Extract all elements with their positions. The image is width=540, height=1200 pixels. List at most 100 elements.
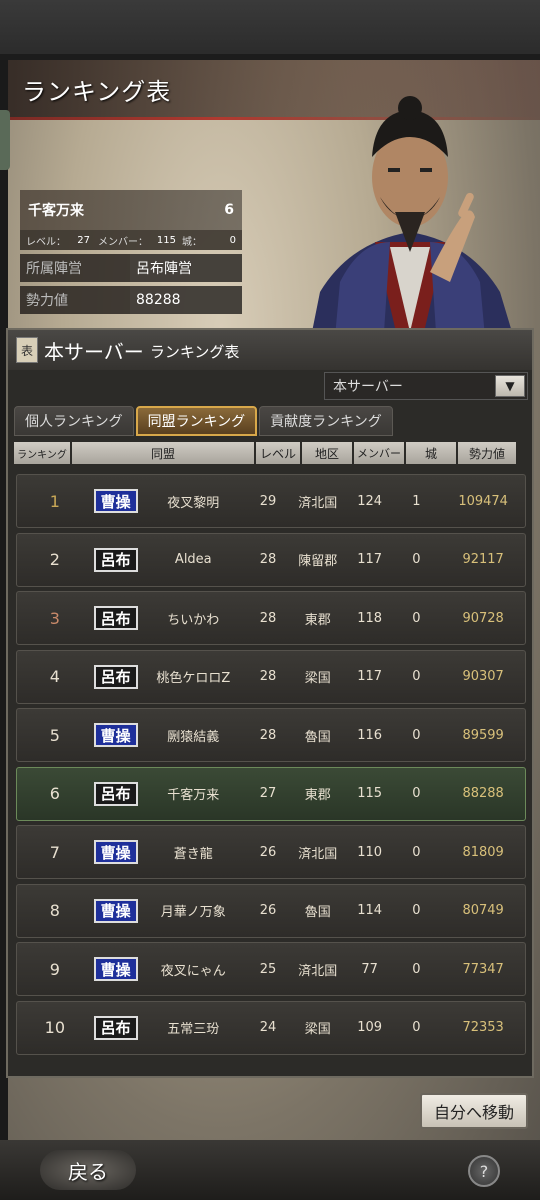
move-to-self-button[interactable]: 自分へ移動 — [420, 1093, 528, 1129]
panel-title-main: 本サーバー — [44, 339, 144, 364]
col-level: レベル — [256, 442, 300, 464]
faction-emblem: 曹操 — [93, 489, 138, 513]
faction-emblem: 呂布 — [93, 781, 138, 806]
faction-emblem: 曹操 — [93, 957, 138, 981]
seal-icon: 表 — [16, 337, 38, 363]
members-cell: 115 — [357, 786, 383, 801]
alliance-name: 夜叉にゃん — [160, 963, 226, 979]
region-cell: 魯国 — [304, 905, 331, 920]
col-castles: 城 — [406, 442, 456, 464]
castles-cell: 0 — [412, 727, 421, 743]
faction-emblem: 呂布 — [93, 1015, 138, 1040]
player-rank: 6 — [224, 202, 234, 218]
rank-cell: 2 — [49, 550, 60, 569]
rank-cell: 6 — [49, 784, 60, 803]
table-row[interactable]: 3 呂布 ちいかわ 28 東郡 118 0 90728 — [16, 591, 526, 645]
castles-cell: 0 — [412, 669, 421, 684]
members-cell: 117 — [357, 669, 383, 684]
dropdown-arrow-icon[interactable]: ▼ — [495, 375, 525, 397]
level-cell: 29 — [259, 493, 277, 509]
panel-header: 表 本サーバー ランキング表 — [8, 330, 532, 370]
level-cell: 28 — [259, 669, 277, 684]
power-cell: 81809 — [462, 844, 504, 860]
power-cell: 88288 — [462, 786, 504, 801]
castles-cell: 0 — [412, 844, 421, 860]
tab-alliance-ranking[interactable]: 同盟ランキング — [135, 406, 258, 436]
alliance-name: 桃色ケロロZ — [156, 671, 231, 686]
table-row[interactable]: 9 曹操 夜叉にゃん 25 済北国 77 0 77347 — [16, 942, 526, 996]
player-name: 千客万来 — [28, 203, 84, 219]
power-cell: 80749 — [462, 903, 504, 918]
power-value: 88288 — [130, 286, 242, 314]
members-label: メンバー： — [98, 236, 148, 248]
ranking-panel: 表 本サーバー ランキング表 本サーバー ▼ 個人ランキング 同盟ランキング 貢… — [6, 328, 534, 1078]
alliance-name: 月華ノ万象 — [160, 905, 226, 920]
alliance-name: 千客万来 — [167, 788, 220, 803]
power-cell: 90307 — [462, 669, 504, 684]
level-cell: 26 — [259, 903, 277, 918]
rank-cell: 3 — [49, 608, 60, 628]
back-button[interactable]: 戻る — [40, 1150, 136, 1190]
power-row: 勢力値 88288 — [20, 286, 242, 314]
members-cell: 116 — [357, 727, 383, 743]
table-row[interactable]: 8 曹操 月華ノ万象 26 魯国 114 0 80749 — [16, 883, 526, 938]
members-cell: 114 — [357, 903, 383, 918]
level-label: レベル： — [26, 236, 66, 248]
rank-cell: 8 — [49, 901, 60, 920]
power-cell: 92117 — [462, 552, 504, 567]
page-title: ランキング表 — [22, 78, 172, 106]
region-cell: 陳留郡 — [298, 554, 338, 569]
help-icon[interactable]: ? — [468, 1155, 500, 1187]
region-cell: 東郡 — [304, 612, 331, 628]
faction-emblem: 曹操 — [93, 840, 138, 864]
region-cell: 東郡 — [304, 788, 331, 803]
power-cell: 77347 — [462, 961, 504, 977]
alliance-name: 夜叉黎明 — [167, 495, 220, 511]
tab-personal-ranking[interactable]: 個人ランキング — [14, 406, 134, 436]
castles-cell: 0 — [412, 1020, 421, 1035]
col-rank: ランキング — [14, 442, 70, 464]
top-band — [0, 0, 540, 60]
col-members: メンバー — [354, 442, 404, 464]
faction-emblem: 呂布 — [93, 606, 138, 630]
tab-contribution-ranking[interactable]: 貢献度ランキング — [259, 406, 393, 436]
region-cell: 済北国 — [298, 846, 338, 862]
player-name-row: 千客万来 6 — [20, 190, 242, 230]
table-row[interactable]: 5 曹操 劂猿結義 28 魯国 116 0 89599 — [16, 708, 526, 762]
faction-emblem: 呂布 — [93, 664, 138, 689]
rank-cell: 5 — [49, 725, 60, 745]
castles-cell: 0 — [412, 961, 421, 977]
castles-cell: 0 — [412, 786, 421, 801]
faction-emblem: 曹操 — [93, 898, 138, 923]
region-cell: 済北国 — [298, 963, 338, 979]
table-row[interactable]: 10 呂布 五常三玢 24 梁国 109 0 72353 — [16, 1000, 526, 1055]
power-cell: 89599 — [462, 727, 504, 743]
ranking-list: 1 曹操 夜叉黎明 29 済北国 124 1 109474 2 呂布 Aldea… — [16, 474, 526, 1059]
level-cell: 28 — [259, 552, 277, 567]
rank-cell: 7 — [49, 842, 60, 862]
side-tab[interactable] — [0, 110, 10, 170]
ranking-tabs: 個人ランキング 同盟ランキング 貢献度ランキング — [14, 406, 393, 436]
rank-cell: 4 — [49, 667, 60, 686]
server-select-value: 本サーバー — [333, 379, 403, 395]
table-row[interactable]: 2 呂布 Aldea 28 陳留郡 117 0 92117 — [16, 532, 526, 587]
back-label: 戻る — [68, 1159, 108, 1184]
column-header: ランキング 同盟 レベル 地区 メンバー 城 勢力値 — [14, 442, 528, 464]
members-cell: 77 — [361, 961, 378, 977]
table-row-own-alliance[interactable]: 6 呂布 千客万来 27 東郡 115 0 88288 — [16, 766, 526, 821]
server-select[interactable]: 本サーバー ▼ — [324, 372, 528, 400]
table-row[interactable]: 7 曹操 蒼き龍 26 済北国 110 0 81809 — [16, 825, 526, 879]
table-row[interactable]: 4 呂布 桃色ケロロZ 28 梁国 117 0 90307 — [16, 649, 526, 704]
table-row[interactable]: 1 曹操 夜叉黎明 29 済北国 124 1 109474 — [16, 474, 526, 528]
faction-label: 所属陣営 — [26, 261, 82, 277]
castles-cell: 0 — [412, 610, 421, 626]
members-cell: 118 — [357, 610, 383, 626]
castles-label: 城： — [182, 236, 202, 248]
faction-emblem: 曹操 — [93, 723, 138, 747]
level-value: 27 — [77, 234, 90, 246]
alliance-name: 蒼き龍 — [173, 846, 213, 862]
alliance-name: 劂猿結義 — [167, 729, 220, 745]
rank-cell: 9 — [49, 959, 60, 979]
rank-cell: 10 — [44, 1018, 66, 1037]
power-cell: 109474 — [458, 493, 508, 509]
